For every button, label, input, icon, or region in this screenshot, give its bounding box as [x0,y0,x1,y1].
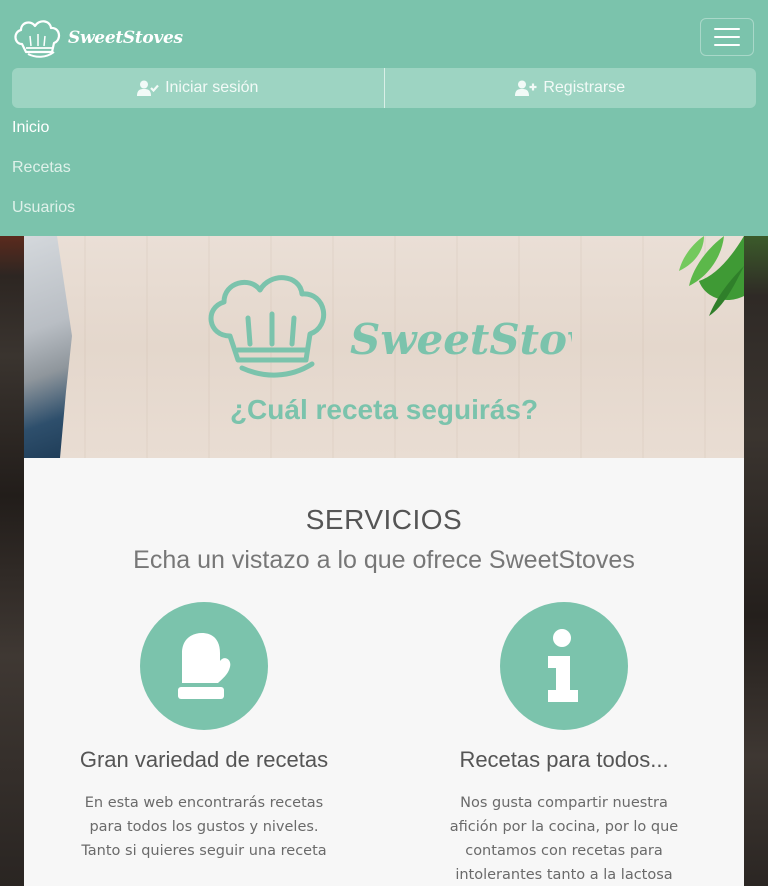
service-text: Nos gusta compartir nuestra afición por … [449,795,679,883]
user-check-icon [137,80,159,96]
navbar-toggler-button[interactable] [700,18,754,56]
service-heading: Recetas para todos... [459,747,669,772]
auth-button-group: Iniciar sesión Registrarse [12,68,756,108]
hamburger-icon [714,44,740,46]
service-icon-circle [500,602,628,730]
hero-logo: SweetStoves [202,270,642,384]
hero-title: ¿Cuál receta seguirás? [229,394,539,425]
background-right [744,236,768,886]
service-text: En esta web encontrarás recetas para tod… [81,795,327,859]
hero-banner: SweetStoves ¿Cuál receta seguirás? [24,236,744,458]
register-button[interactable]: Registrarse [383,68,756,108]
service-card-for-everyone: Recetas para todos... Nos gusta comparti… [424,602,704,886]
nav-link-usuarios[interactable]: Usuarios [12,196,75,236]
oven-mitt-icon [178,633,231,699]
service-heading: Gran variedad de recetas [79,747,329,772]
service-icon-circle [140,602,268,730]
nav-links: Inicio Recetas Usuarios [12,116,75,236]
navbar: SweetStoves Iniciar sesión Registrarse I… [0,0,768,236]
brand-name: SweetStoves [68,28,183,48]
hero-logo-text: SweetStoves [350,315,572,364]
services-subtitle: Echa un vistazo a lo que ofrece SweetSto… [133,546,635,574]
chef-hat-logo-icon: SweetStoves [208,275,642,378]
hamburger-icon [714,36,740,38]
user-plus-icon [515,80,537,96]
info-icon [548,629,578,702]
hamburger-icon [714,28,740,30]
leaves-decoration [679,236,744,316]
login-button[interactable]: Iniciar sesión [12,68,384,108]
service-card-recipes: Gran variedad de recetas En esta web enc… [64,602,344,863]
background-left [0,236,24,886]
register-label: Registrarse [543,79,626,96]
chef-hat-icon [14,20,61,58]
services-section: SERVICIOS Echa un vistazo a lo que ofrec… [24,458,744,886]
brand-link[interactable]: SweetStoves [12,18,183,58]
nav-link-recetas[interactable]: Recetas [12,156,75,196]
services-title: SERVICIOS [305,504,463,535]
login-label: Iniciar sesión [165,79,259,96]
nav-link-inicio[interactable]: Inicio [12,116,75,156]
